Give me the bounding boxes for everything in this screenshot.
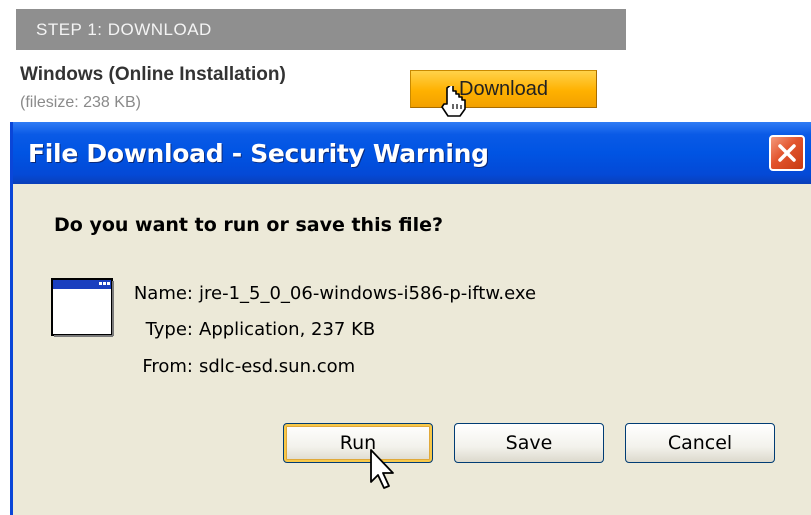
filesize-label: (filesize: 238 KB) — [20, 94, 141, 111]
os-title: Windows (Online Installation) — [20, 64, 286, 85]
field-label: Name: — [133, 283, 193, 304]
field-label: Type: — [145, 319, 193, 340]
close-button[interactable] — [769, 135, 805, 171]
close-x-icon — [778, 144, 796, 162]
cancel-button[interactable]: Cancel — [625, 423, 775, 463]
file-download-dialog: File Download - Security Warning Do you … — [10, 122, 811, 515]
step-header: STEP 1: DOWNLOAD — [16, 9, 626, 50]
save-button[interactable]: Save — [454, 423, 604, 463]
arrow-cursor-icon — [370, 449, 394, 489]
field-from: From: sdlc-esd.sun.com — [103, 356, 703, 382]
run-button[interactable]: Run — [283, 423, 433, 463]
field-value: sdlc-esd.sun.com — [199, 356, 356, 377]
field-name: Name: jre-1_5_0_06-windows-i586-p-iftw.e… — [103, 283, 703, 309]
field-value: Application, 237 KB — [199, 319, 376, 340]
field-type: Type: Application, 237 KB — [103, 319, 703, 345]
hand-cursor-icon — [441, 86, 466, 117]
field-value: jre-1_5_0_06-windows-i586-p-iftw.exe — [199, 283, 537, 304]
dialog-title: File Download - Security Warning — [28, 139, 489, 168]
dialog-titlebar[interactable]: File Download - Security Warning — [13, 122, 811, 184]
field-label: From: — [142, 356, 193, 377]
dialog-question: Do you want to run or save this file? — [54, 214, 444, 236]
